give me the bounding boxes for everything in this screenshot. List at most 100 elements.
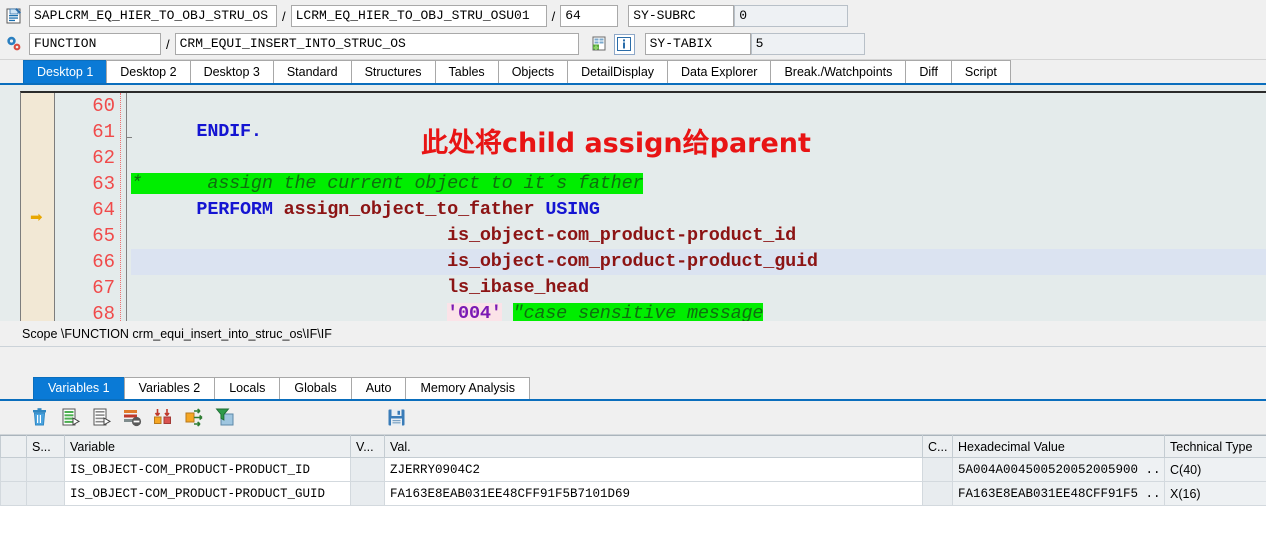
debugger-context-header: SAPLCRM_EQ_HIER_TO_OBJ_STRU_OS / LCRM_EQ…	[0, 0, 1266, 60]
column-header-s[interactable]: S...	[26, 435, 65, 458]
line-number: 66	[92, 251, 115, 273]
tab-script[interactable]: Script	[950, 60, 1011, 83]
lower-tab-variables-1[interactable]: Variables 1	[33, 377, 125, 399]
source-code-area: ➡ 60 61 62 63 64 65 66 67 68 ENDIF. * assign the…	[0, 85, 1266, 321]
sy-subrc-value: 0	[734, 5, 849, 27]
tab-diff[interactable]: Diff	[905, 60, 952, 83]
variables-table[interactable]: S... Variable V... Val. C... Hexadecimal Valu…	[0, 435, 1266, 506]
column-header-variable[interactable]: Variable	[64, 435, 351, 458]
cell-hex[interactable]: 5A004A004500520052005900 ..	[952, 457, 1165, 482]
swap-values-icon[interactable]	[150, 405, 177, 431]
filter-icon[interactable]	[212, 405, 239, 431]
table-row[interactable]: IS_OBJECT-COM_PRODUCT-PRODUCT_GUID FA163E…	[0, 481, 1266, 506]
cell-hex[interactable]: FA163E8EAB031EE48CFF91F5 ..	[952, 481, 1165, 506]
annotation-text: 此处将child assign给parent	[421, 128, 811, 159]
cell-tech[interactable]: X(16)	[1164, 481, 1266, 506]
tab-data-explorer[interactable]: Data Explorer	[667, 60, 772, 83]
separator-2: /	[551, 8, 556, 24]
line-number-gutter: 60 61 62 63 64 65 66 67 68	[56, 93, 121, 321]
lower-tab-variables-2[interactable]: Variables 2	[123, 377, 216, 399]
code-line[interactable]: PERFORM assign_object_to_father USING	[131, 197, 1266, 223]
header-row-program: SAPLCRM_EQ_HIER_TO_OBJ_STRU_OS / LCRM_EQ…	[0, 3, 1266, 29]
code-line[interactable]: is_object-com_product-product_guid	[131, 249, 1266, 275]
variables-toolbar[interactable]	[0, 401, 1266, 435]
delete-all-lines-icon[interactable]	[119, 405, 146, 431]
line-number: 65	[92, 225, 115, 247]
lower-tab-globals[interactable]: Globals	[279, 377, 352, 399]
code-line[interactable]: ls_ibase_head	[131, 275, 1266, 301]
program-name-field[interactable]: SAPLCRM_EQ_HIER_TO_OBJ_STRU_OS	[29, 5, 277, 27]
sy-tabix-label: SY-TABIX	[644, 33, 751, 55]
code-line[interactable]: * assign the current object to it´s fath…	[131, 171, 1266, 197]
column-header-v[interactable]: V...	[350, 435, 385, 458]
tab-objects[interactable]: Objects	[497, 60, 569, 83]
column-header-hex[interactable]: Hexadecimal Value	[952, 435, 1165, 458]
code-line[interactable]: is_object-com_product-product_id	[131, 223, 1266, 249]
delete-trash-icon[interactable]	[26, 405, 53, 431]
column-header-tech[interactable]: Technical Type	[1164, 435, 1266, 458]
settings-gear-icon[interactable]	[3, 33, 25, 55]
tab-tables[interactable]: Tables	[434, 60, 499, 83]
code-line[interactable]	[131, 93, 1266, 119]
tab-desktop-3[interactable]: Desktop 3	[189, 60, 274, 83]
tab-standard[interactable]: Standard	[272, 60, 352, 83]
line-number-field[interactable]: 64	[560, 5, 619, 27]
tab-break-watchpoints[interactable]: Break./Watchpoints	[770, 60, 907, 83]
cell-sel[interactable]	[0, 457, 27, 482]
move-icon[interactable]	[181, 405, 208, 431]
cell-v[interactable]	[350, 481, 385, 506]
lower-tab-memory-analysis[interactable]: Memory Analysis	[405, 377, 530, 399]
tab-desktop-2[interactable]: Desktop 2	[106, 60, 191, 83]
cell-v[interactable]	[350, 457, 385, 482]
table-row[interactable]: IS_OBJECT-COM_PRODUCT-PRODUCT_ID ZJERRY09…	[0, 457, 1266, 482]
cell-c[interactable]	[922, 457, 953, 482]
line-number: 67	[92, 277, 115, 299]
code-fold-bar	[126, 93, 127, 321]
code-token-idn: is_object-com_product-product_guid	[447, 251, 818, 272]
code-token-idn: is_object-com_product-product_id	[447, 225, 797, 246]
sy-subrc-label: SY-SUBRC	[628, 5, 735, 27]
column-header-c[interactable]: C...	[922, 435, 953, 458]
cell-c[interactable]	[922, 481, 953, 506]
breakpoint-gutter[interactable]: ➡	[21, 93, 55, 321]
tab-structures[interactable]: Structures	[350, 60, 436, 83]
program-edit-icon[interactable]	[3, 5, 25, 27]
column-header-sel[interactable]	[0, 435, 27, 458]
code-token-star: *	[131, 173, 142, 194]
save-icon[interactable]	[383, 405, 410, 431]
cell-s[interactable]	[26, 457, 65, 482]
code-fold-marker[interactable]	[126, 137, 132, 138]
lower-tab-auto[interactable]: Auto	[350, 377, 407, 399]
code-token-lit: '004'	[447, 303, 502, 321]
code-token-kw: PERFORM	[196, 199, 273, 220]
cell-sel[interactable]	[0, 481, 27, 506]
cell-variable[interactable]: IS_OBJECT-COM_PRODUCT-PRODUCT_ID	[64, 457, 351, 482]
code-token-idn: ls_ibase_head	[447, 277, 589, 298]
cell-val[interactable]: FA163E8EAB031EE48CFF91F5B7101D69	[384, 481, 923, 506]
insert-line-icon[interactable]	[57, 405, 84, 431]
info-icon[interactable]	[613, 33, 635, 55]
code-token-kw: ENDIF.	[196, 121, 262, 142]
tab-desktop-1[interactable]: Desktop 1	[23, 60, 108, 83]
copy-line-icon[interactable]	[88, 405, 115, 431]
event-kind-field[interactable]: FUNCTION	[29, 33, 161, 55]
include-name-field[interactable]: LCRM_EQ_HIER_TO_OBJ_STRU_OSU01	[290, 5, 547, 27]
cell-val[interactable]: ZJERRY0904C2	[384, 457, 923, 482]
table-body[interactable]: IS_OBJECT-COM_PRODUCT-PRODUCT_ID ZJERRY09…	[0, 457, 1266, 506]
column-header-val[interactable]: Val.	[384, 435, 923, 458]
source-code-pane[interactable]: ➡ 60 61 62 63 64 65 66 67 68 ENDIF. * assign the…	[20, 91, 1266, 321]
separator-3: /	[166, 36, 170, 52]
desktop-tabstrip[interactable]: Desktop 1 Desktop 2 Desktop 3 Standard Struc…	[0, 60, 1266, 85]
code-line[interactable]: '004' "case sensitive message	[131, 301, 1266, 321]
cell-s[interactable]	[26, 481, 65, 506]
cell-tech[interactable]: C(40)	[1164, 457, 1266, 482]
lower-tab-locals[interactable]: Locals	[214, 377, 281, 399]
variables-tabstrip[interactable]: Variables 1 Variables 2 Locals Globals Auto M…	[0, 377, 1266, 401]
cell-variable[interactable]: IS_OBJECT-COM_PRODUCT-PRODUCT_GUID	[64, 481, 351, 506]
table-header-row: S... Variable V... Val. C... Hexadecimal Valu…	[0, 435, 1266, 458]
event-name-field[interactable]: CRM_EQUI_INSERT_INTO_STRUC_OS	[174, 33, 579, 55]
tab-detaildisplay[interactable]: DetailDisplay	[567, 60, 669, 83]
insert-row-icon[interactable]	[589, 34, 610, 55]
